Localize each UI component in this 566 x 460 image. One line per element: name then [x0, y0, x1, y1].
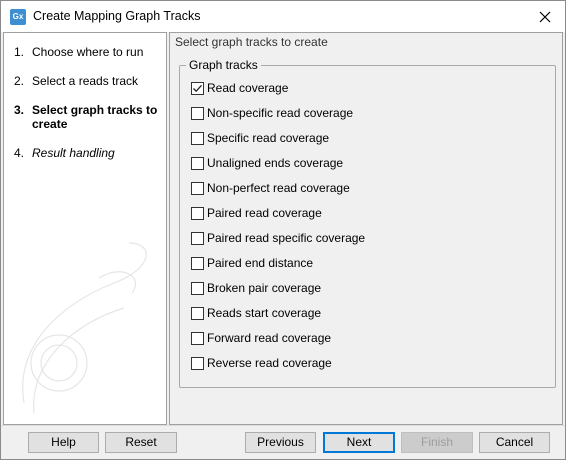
- checkbox-label: Paired read coverage: [207, 206, 322, 220]
- checkbox[interactable]: [191, 256, 204, 270]
- section-title: Select graph tracks to create: [175, 35, 328, 49]
- checkbox[interactable]: [191, 156, 204, 170]
- track-option-reverse-read-coverage[interactable]: Reverse read coverage: [191, 355, 332, 371]
- track-option-unaligned-ends-coverage[interactable]: Unaligned ends coverage: [191, 155, 343, 171]
- step-number: 4.: [14, 146, 25, 160]
- step-number: 2.: [14, 74, 25, 88]
- step-3-current: 3. Select graph tracks to create: [14, 103, 164, 131]
- track-option-non-perfect-read-coverage[interactable]: Non-perfect read coverage: [191, 180, 350, 196]
- checkbox-label: Broken pair coverage: [207, 281, 322, 295]
- checkbox[interactable]: [191, 81, 204, 95]
- step-2: 2. Select a reads track: [14, 74, 164, 88]
- checkbox[interactable]: [191, 306, 204, 320]
- checkmark-icon: [193, 84, 202, 92]
- checkbox[interactable]: [191, 106, 204, 120]
- step-label: Select a reads track: [32, 74, 139, 88]
- reset-button[interactable]: Reset: [105, 432, 177, 453]
- next-button[interactable]: Next: [323, 432, 395, 453]
- step-label: Select graph tracks to create: [32, 103, 158, 131]
- title-bar: Gx Create Mapping Graph Tracks: [1, 1, 565, 32]
- close-icon: [539, 11, 551, 22]
- track-option-broken-pair-coverage[interactable]: Broken pair coverage: [191, 280, 321, 296]
- checkbox-label: Non-perfect read coverage: [207, 181, 350, 195]
- step-4: 4. Result handling: [14, 146, 164, 160]
- checkbox-label: Reverse read coverage: [207, 356, 332, 370]
- group-title: Graph tracks: [186, 58, 261, 72]
- step-number: 3.: [14, 103, 25, 117]
- track-option-non-specific-read-coverage[interactable]: Non-specific read coverage: [191, 105, 353, 121]
- checkbox[interactable]: [191, 206, 204, 220]
- checkbox[interactable]: [191, 281, 204, 295]
- track-option-paired-read-coverage[interactable]: Paired read coverage: [191, 205, 322, 221]
- checkbox-label: Paired end distance: [207, 256, 314, 270]
- track-option-forward-read-coverage[interactable]: Forward read coverage: [191, 330, 331, 346]
- checkbox-label: Unaligned ends coverage: [207, 156, 344, 170]
- wizard-steps-panel: 1. Choose where to run 2. Select a reads…: [3, 32, 167, 425]
- close-button[interactable]: [525, 1, 565, 32]
- checkbox-label: Non-specific read coverage: [207, 106, 354, 120]
- checkbox[interactable]: [191, 181, 204, 195]
- checkbox-label: Forward read coverage: [207, 331, 332, 345]
- app-icon: Gx: [10, 9, 26, 25]
- dialog-window: Gx Create Mapping Graph Tracks 1. Choose…: [0, 0, 566, 460]
- checkbox[interactable]: [191, 231, 204, 245]
- track-option-paired-read-specific-coverage[interactable]: Paired read specific coverage: [191, 230, 365, 246]
- step-number: 1.: [14, 45, 25, 59]
- checkbox-label: Paired read specific coverage: [207, 231, 366, 245]
- footer-divider: [1, 425, 565, 426]
- track-option-read-coverage[interactable]: Read coverage: [191, 80, 288, 96]
- checkbox-label: Reads start coverage: [207, 306, 322, 320]
- track-option-specific-read-coverage[interactable]: Specific read coverage: [191, 130, 329, 146]
- cancel-button[interactable]: Cancel: [479, 432, 550, 453]
- step-1: 1. Choose where to run: [14, 45, 164, 59]
- window-title: Create Mapping Graph Tracks: [33, 9, 201, 23]
- main-content-panel: Select graph tracks to create Graph trac…: [169, 32, 563, 425]
- step-label: Choose where to run: [32, 45, 144, 59]
- checkbox[interactable]: [191, 356, 204, 370]
- track-option-paired-end-distance[interactable]: Paired end distance: [191, 255, 313, 271]
- checkbox[interactable]: [191, 331, 204, 345]
- previous-button[interactable]: Previous: [245, 432, 316, 453]
- track-option-reads-start-coverage[interactable]: Reads start coverage: [191, 305, 321, 321]
- decorative-watermark: [22, 242, 147, 414]
- step-label: Result handling: [32, 146, 115, 160]
- graph-tracks-group: Graph tracks Read coverage Non-specific …: [179, 58, 556, 388]
- checkbox[interactable]: [191, 131, 204, 145]
- checkbox-label: Specific read coverage: [207, 131, 330, 145]
- help-button[interactable]: Help: [28, 432, 99, 453]
- checkbox-label: Read coverage: [207, 81, 289, 95]
- finish-button[interactable]: Finish: [401, 432, 473, 453]
